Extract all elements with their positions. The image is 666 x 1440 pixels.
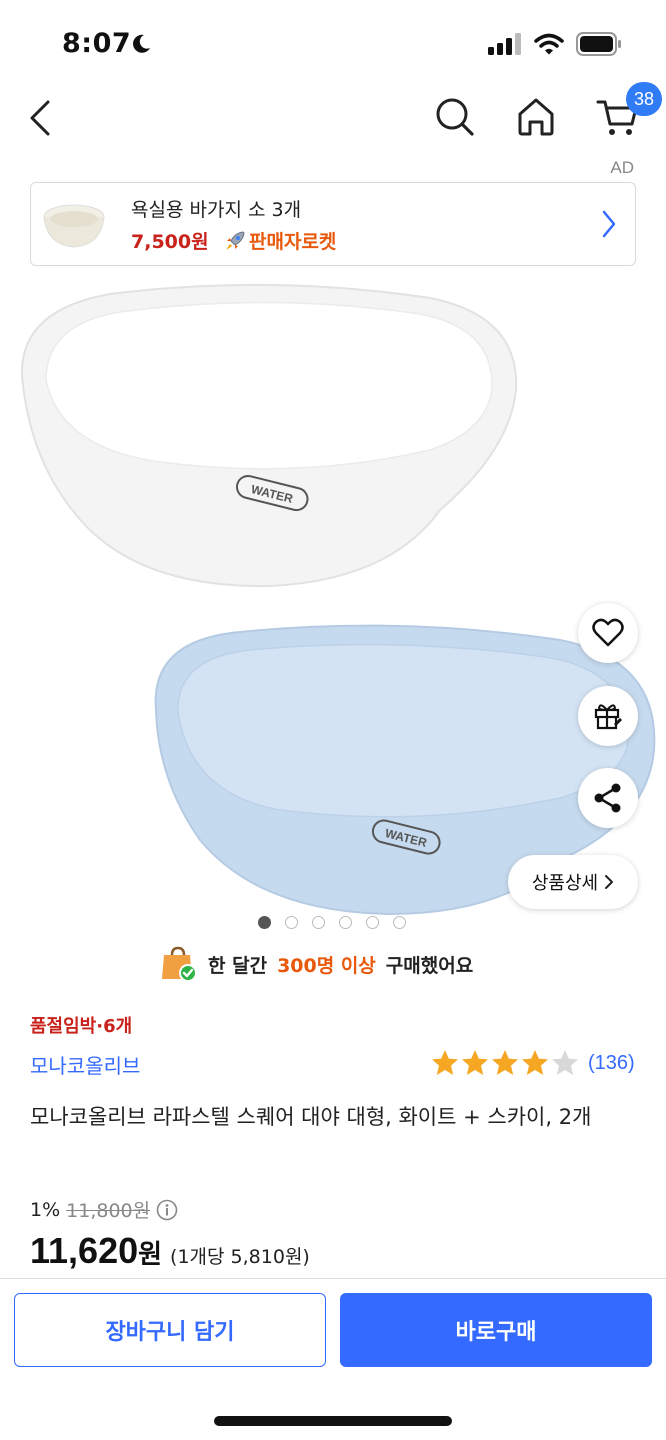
back-icon[interactable] [24, 96, 54, 140]
status-bar: 8:07 [0, 0, 666, 90]
image-pagination[interactable] [258, 916, 406, 929]
share-icon [594, 783, 621, 813]
ad-title: 욕실용 바가지 소 3개 [131, 199, 302, 221]
star-rating-icon [432, 1050, 578, 1075]
original-price: 11,800원 [66, 1200, 151, 1222]
product-detail-label: 상품상세 [531, 873, 599, 894]
pagination-dot[interactable] [312, 916, 325, 929]
heart-icon [592, 618, 624, 647]
buy-now-button[interactable]: 바로구매 [340, 1293, 652, 1367]
search-icon[interactable] [434, 96, 476, 138]
price-discount-row: 1% 11,800원 [30, 1196, 178, 1223]
ad-price: 7,500원 [131, 231, 209, 253]
chevron-right-icon [605, 875, 614, 889]
discount-rate: 1% [30, 1198, 61, 1221]
status-icons [488, 32, 622, 56]
pagination-dot[interactable] [393, 916, 406, 929]
shopping-bag-check-icon [162, 946, 197, 982]
pagination-dot[interactable] [258, 916, 271, 929]
sale-price-row: 11,620원 (1개당 5,810원) [30, 1230, 310, 1272]
wifi-icon [534, 33, 564, 55]
product-title: 모나코올리브 라파스텔 스퀘어 대야 대형, 화이트 + 스카이, 2개 [30, 1105, 592, 1129]
wishlist-button[interactable] [578, 603, 638, 663]
product-detail-button[interactable]: 상품상세 [508, 855, 638, 909]
home-indicator[interactable] [214, 1416, 452, 1426]
ad-rocket-badge: 판매자로켓 [223, 227, 336, 254]
gift-button[interactable] [578, 686, 638, 746]
sale-price: 11,620 [30, 1230, 139, 1271]
sale-currency: 원 [138, 1240, 163, 1270]
review-count: (136) [588, 1051, 635, 1074]
purchase-highlight: 300명 이상 [277, 954, 376, 977]
stock-warning: 품절임박·6개 [30, 1016, 133, 1037]
ad-rocket-label: 판매자로켓 [249, 231, 337, 253]
ad-card[interactable]: 욕실용 바가지 소 3개 7,500원 판매자로켓 [30, 182, 636, 266]
rocket-icon [226, 230, 245, 250]
pagination-dot[interactable] [366, 916, 379, 929]
moon-icon [133, 34, 150, 53]
purchase-suffix: 구매했어요 [385, 954, 474, 977]
add-to-cart-button[interactable]: 장바구니 담기 [14, 1293, 326, 1367]
white-basin-image: WATER [20, 283, 518, 588]
ad-thumbnail [43, 204, 105, 248]
brand-link[interactable]: 모나코올리브 [30, 1050, 140, 1079]
share-button[interactable] [578, 768, 638, 828]
unit-price: (1개당 5,810원) [170, 1246, 310, 1268]
signal-icon [488, 33, 521, 55]
sale-price-group: 11,620원 [30, 1230, 162, 1272]
top-nav [0, 90, 666, 150]
battery-icon [576, 32, 621, 56]
info-icon[interactable] [156, 1199, 178, 1221]
pagination-dot[interactable] [339, 916, 352, 929]
chevron-right-icon [602, 210, 616, 238]
bottom-divider [0, 1278, 666, 1279]
purchase-prefix: 한 달간 [208, 954, 268, 977]
pagination-dot[interactable] [285, 916, 298, 929]
gift-icon [594, 704, 622, 730]
product-image[interactable]: WATER WATER [0, 280, 666, 920]
ad-label: AD [610, 158, 634, 177]
rating[interactable]: (136) [430, 1048, 635, 1078]
home-icon[interactable] [516, 96, 556, 138]
cart-count-badge: 38 [626, 82, 662, 116]
purchase-count-banner: 한 달간 300명 이상 구매했어요 [160, 944, 473, 984]
status-time: 8:07 [62, 28, 132, 59]
